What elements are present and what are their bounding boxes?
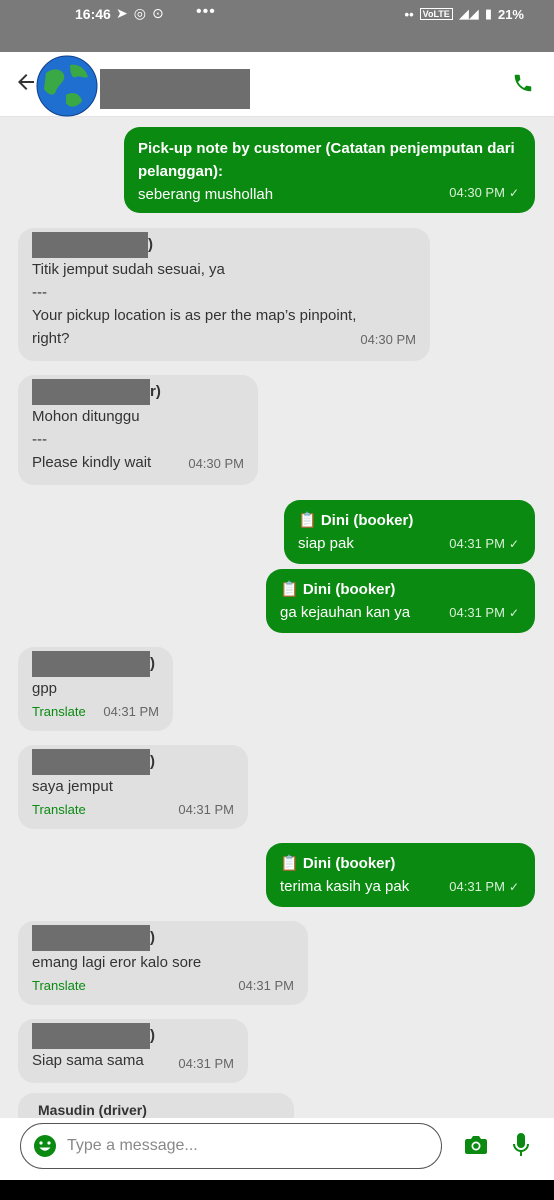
battery-icon: ▮: [484, 6, 492, 21]
message-time: 04:31 PM: [178, 802, 234, 817]
emoji-icon[interactable]: [33, 1134, 57, 1158]
message-input-box[interactable]: [20, 1123, 442, 1169]
message-time: 04:31 PM: [238, 978, 294, 993]
phone-icon: [514, 74, 532, 92]
message-incoming[interactable]: ) emang lagi eror kalo sore Translate 04…: [18, 921, 308, 1005]
message-incoming[interactable]: ) Siap sama sama 04:31 PM: [18, 1019, 248, 1083]
status-time: 16:46: [75, 6, 111, 22]
sender-name-redacted: [32, 749, 150, 775]
mic-icon[interactable]: [512, 1132, 530, 1158]
sender-name-redacted: [32, 1023, 150, 1049]
message-time: 04:30 PM ✓: [449, 185, 519, 200]
message-line: ---: [32, 431, 47, 448]
avatar[interactable]: [36, 55, 98, 117]
camera-icon[interactable]: [464, 1134, 488, 1156]
message-incoming[interactable]: ) Titik jemput sudah sesuai, ya --- Your…: [18, 228, 430, 361]
message-outgoing[interactable]: 📋 Dini (booker) siap pak 04:31 PM ✓: [284, 500, 535, 564]
translate-link[interactable]: Translate: [32, 798, 86, 821]
message-line: saya jemput: [32, 778, 113, 795]
check-icon: ✓: [508, 880, 519, 894]
message-outgoing[interactable]: Pick-up note by customer (Catatan penjem…: [124, 127, 535, 213]
chat-area[interactable]: Pick-up note by customer (Catatan penjem…: [0, 117, 554, 1118]
translate-link[interactable]: Translate: [32, 974, 86, 997]
status-bar: 16:46 ➤ ◎ ⊙ ••• •• VoLTE ◢◢ ▮ 21%: [0, 0, 554, 52]
sender-name-redacted: [32, 925, 150, 951]
message-time: 04:31 PM ✓: [449, 605, 519, 620]
message-incoming[interactable]: ) gpp Translate 04:31 PM: [18, 647, 173, 731]
more-dots-icon: •••: [196, 3, 216, 20]
message-line: Titik jemput sudah sesuai, ya: [32, 261, 225, 278]
call-button[interactable]: [512, 72, 536, 96]
sender-name-redacted: [32, 651, 150, 677]
message-title: 📋 Dini (booker): [280, 581, 396, 598]
message-title: 📋 Dini (booker): [280, 855, 396, 872]
message-outgoing[interactable]: 📋 Dini (booker) ga kejauhan kan ya 04:31…: [266, 569, 535, 633]
app-icon: ⊙: [151, 5, 164, 21]
message-outgoing[interactable]: 📋 Dini (booker) terima kasih ya pak 04:3…: [266, 843, 535, 907]
status-system-icons: •• VoLTE ◢◢ ▮ 21%: [405, 6, 524, 22]
arrow-left-icon: [18, 74, 34, 90]
check-icon: ✓: [508, 537, 519, 551]
message-incoming-partial[interactable]: Masudin (driver): [18, 1093, 294, 1118]
signal-icon: ◢◢: [458, 6, 479, 21]
message-line: emang lagi eror kalo sore: [32, 954, 202, 971]
message-line: Your pickup location is as per the map’s…: [32, 307, 357, 347]
translate-link[interactable]: Translate: [32, 700, 86, 723]
sender-name-redacted: [32, 232, 148, 258]
message-time: 04:31 PM: [103, 704, 159, 719]
message-incoming[interactable]: ) saya jemput Translate 04:31 PM: [18, 745, 248, 829]
message-line: Mohon ditunggu: [32, 408, 140, 425]
message-time: 04:30 PM: [360, 332, 416, 347]
message-title: Pick-up note by customer (Catatan penjem…: [138, 140, 515, 180]
check-icon: ✓: [508, 606, 519, 620]
telegram-icon: ➤: [116, 5, 128, 21]
message-time: 04:31 PM: [178, 1056, 234, 1071]
message-line: ---: [32, 284, 47, 301]
message-input[interactable]: [67, 1135, 407, 1157]
check-icon: ✓: [508, 186, 519, 200]
volte-icon: VoLTE: [419, 8, 453, 20]
message-line: gpp: [32, 680, 58, 697]
dots-icon: ••: [404, 6, 414, 22]
whatsapp-icon: ◎: [133, 5, 146, 21]
message-incoming[interactable]: r) Mohon ditunggu --- Please kindly wait…: [18, 375, 258, 485]
battery-percent: 21%: [497, 6, 524, 22]
message-time: 04:31 PM ✓: [449, 879, 519, 894]
sender-name: Masudin (driver): [38, 1102, 147, 1118]
message-title: 📋 Dini (booker): [298, 512, 414, 529]
sender-name-redacted: [32, 379, 150, 405]
message-time: 04:31 PM ✓: [449, 536, 519, 551]
system-nav-bar: [0, 1180, 554, 1200]
message-composer: [0, 1118, 554, 1180]
contact-name-redacted[interactable]: [100, 69, 250, 109]
chat-header: [0, 52, 554, 117]
globe-icon: [36, 55, 98, 117]
status-app-icons: ➤ ◎ ⊙: [116, 5, 164, 22]
message-time: 04:30 PM: [188, 456, 244, 471]
